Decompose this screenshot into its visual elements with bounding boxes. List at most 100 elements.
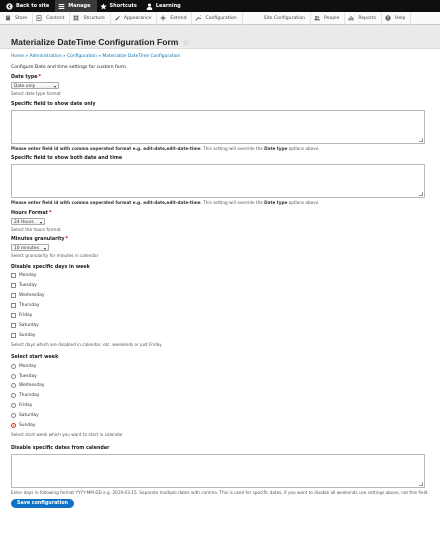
- disable-day-wednesday[interactable]: Wednesday: [11, 291, 429, 301]
- disable-day-monday[interactable]: Monday: [11, 271, 429, 281]
- svg-text:?: ?: [387, 16, 389, 21]
- disable-day-tuesday[interactable]: Tuesday: [11, 281, 429, 291]
- start-week-thursday[interactable]: Thursday: [11, 391, 429, 401]
- breadcrumb-configuration[interactable]: Configuration: [67, 54, 97, 59]
- disable-dates-textarea[interactable]: [11, 454, 425, 489]
- date-only-field-desc: Please enter field id with comma seperat…: [11, 146, 320, 151]
- radio-button[interactable]: [11, 413, 16, 419]
- date-type-group: Date type* Date only ▾ Select date type …: [11, 75, 429, 96]
- checkbox[interactable]: [11, 283, 16, 289]
- disable-days-desc: Select days which are disabled in calend…: [11, 342, 162, 348]
- chevron-down-icon: ▾: [39, 220, 42, 225]
- hours-format-desc: Select the hours format: [11, 227, 61, 232]
- shortcut-star-icon[interactable]: ☆: [182, 38, 189, 47]
- back-arrow-icon: [6, 2, 13, 10]
- tray-item-content[interactable]: Content: [33, 11, 71, 25]
- date-only-field-textarea[interactable]: [11, 110, 425, 144]
- resize-grip-icon[interactable]: [419, 192, 423, 196]
- radio-button[interactable]: [11, 393, 16, 399]
- breadcrumb-administration[interactable]: Administration: [29, 54, 61, 59]
- toolbar-shortcuts[interactable]: Shortcuts: [97, 0, 143, 12]
- hamburger-icon: [58, 3, 65, 10]
- minutes-granularity-select[interactable]: 10 minutes ▾: [11, 244, 49, 251]
- people-icon: [314, 15, 320, 21]
- toolbar-back-label: Back to site: [16, 3, 50, 9]
- date-time-field-textarea[interactable]: [11, 164, 425, 198]
- date-only-field-group: Specific field to show date only Please …: [11, 102, 429, 151]
- tray-label-configuration: Configuration: [205, 15, 237, 21]
- tray-label-content: Content: [46, 15, 65, 21]
- reports-icon: [348, 15, 354, 21]
- radio-button[interactable]: [11, 403, 16, 409]
- minutes-granularity-group: Minutes granularity* 10 minutes ▾ Select…: [11, 237, 429, 258]
- start-week-friday[interactable]: Friday: [11, 401, 429, 411]
- breadcrumb-current[interactable]: Materialize DateTime Configuration: [102, 54, 180, 59]
- start-week-wednesday[interactable]: Wednesday: [11, 381, 429, 391]
- date-time-field-label: Specific field to show both date and tim…: [11, 156, 123, 161]
- tray-label-structure: Structure: [83, 15, 105, 21]
- checkbox[interactable]: [11, 293, 16, 299]
- start-week-saturday[interactable]: Saturday: [11, 411, 429, 421]
- toolbar-shortcuts-label: Shortcuts: [109, 3, 137, 9]
- hours-format-select[interactable]: 24 Hours ▾: [11, 218, 45, 225]
- admin-toolbar: Back to site Manage Shortcuts Learning: [0, 0, 440, 12]
- toolbar-back-to-site[interactable]: Back to site: [3, 0, 55, 12]
- disable-dates-group: Disable specific dates from calendar Ent…: [11, 446, 429, 495]
- start-week-label: Select start week: [11, 355, 59, 361]
- radio-button[interactable]: [11, 383, 16, 389]
- tray-item-store[interactable]: Store: [2, 11, 34, 25]
- start-week-tuesday[interactable]: Tuesday: [11, 371, 429, 381]
- tray-label-reports: Reports: [358, 15, 376, 21]
- disable-days-label: Disable specific days in week: [11, 265, 90, 270]
- minutes-granularity-label: Minutes granularity: [11, 237, 65, 242]
- checkbox[interactable]: [11, 313, 16, 318]
- checkbox[interactable]: [11, 322, 16, 328]
- tray-label-appearance: Appearance: [123, 15, 152, 21]
- start-week-group: Select start week Monday Tuesday Wednesd…: [11, 355, 429, 437]
- breadcrumb-home[interactable]: Home: [11, 54, 24, 59]
- disable-dates-desc: Enter days in following format YYYY-MM-D…: [11, 490, 429, 496]
- configuration-icon: [195, 15, 202, 21]
- store-icon: [5, 15, 11, 21]
- resize-grip-icon[interactable]: [419, 138, 423, 142]
- page-header: Materialize DateTime Configuration Form …: [0, 25, 440, 49]
- disable-day-friday[interactable]: Friday: [11, 311, 429, 321]
- extend-icon: [160, 15, 166, 21]
- tray-item-extend[interactable]: Extend: [157, 11, 193, 25]
- tray-item-configuration[interactable]: Configuration: [192, 11, 243, 25]
- checkbox[interactable]: [11, 273, 16, 279]
- resize-grip-icon[interactable]: [419, 482, 423, 487]
- disable-day-thursday[interactable]: Thursday: [11, 301, 429, 311]
- checkbox[interactable]: [11, 332, 16, 338]
- date-only-field-label: Specific field to show date only: [11, 102, 96, 107]
- tray-item-help[interactable]: ? Help: [382, 11, 412, 25]
- form-intro: Configure Date and time settings for cus…: [11, 65, 128, 70]
- disable-days-group: Disable specific days in week Monday Tue…: [11, 265, 429, 347]
- tray-item-people[interactable]: People: [311, 11, 346, 25]
- help-icon: ?: [385, 15, 391, 21]
- disable-dates-label: Disable specific dates from calendar: [11, 446, 110, 452]
- tray-item-structure[interactable]: Structure: [70, 11, 111, 25]
- radio-button[interactable]: [11, 373, 16, 379]
- toolbar-learning[interactable]: Learning: [143, 0, 187, 12]
- minutes-granularity-desc: Select granularity for minutes in calend…: [11, 253, 99, 258]
- start-week-monday[interactable]: Monday: [11, 361, 429, 371]
- disable-day-sunday[interactable]: Sunday: [11, 330, 429, 340]
- tray-item-appearance[interactable]: Appearance: [111, 11, 158, 25]
- tray-item-reports[interactable]: Reports: [345, 11, 382, 25]
- tray-label-people: People: [324, 15, 340, 21]
- radio-button-selected[interactable]: [11, 423, 16, 429]
- radio-button[interactable]: [11, 363, 16, 369]
- disable-day-saturday[interactable]: Saturday: [11, 320, 429, 330]
- checkbox[interactable]: [11, 303, 16, 309]
- date-type-desc: Select date type format: [11, 91, 61, 96]
- tray-item-site-configuration[interactable]: Site Configuration: [261, 11, 312, 25]
- save-configuration-button[interactable]: Save configuration: [11, 499, 74, 509]
- date-type-select[interactable]: Date only ▾: [11, 82, 59, 89]
- breadcrumb: Home » Administration » Configuration » …: [11, 54, 181, 59]
- hours-format-label: Hours Format: [11, 211, 48, 216]
- chevron-down-icon: ▾: [43, 246, 46, 251]
- chevron-down-icon: ▾: [53, 84, 56, 89]
- toolbar-manage[interactable]: Manage: [55, 0, 97, 12]
- start-week-sunday[interactable]: Sunday: [11, 421, 429, 431]
